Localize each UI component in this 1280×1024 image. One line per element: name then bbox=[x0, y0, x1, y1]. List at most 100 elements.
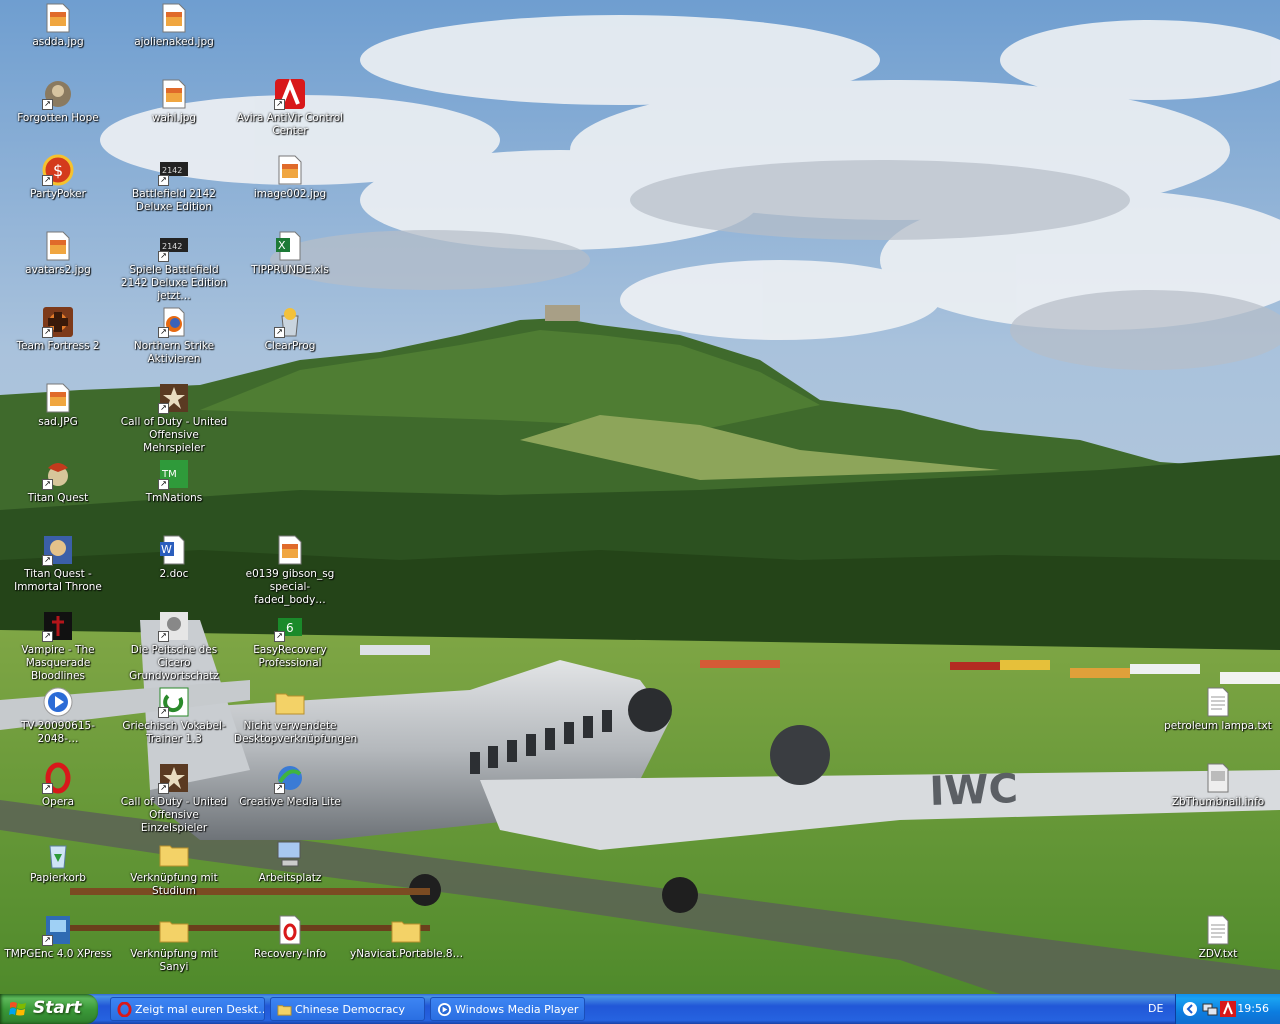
desktop-icon-label: ClearProg bbox=[264, 340, 316, 352]
desktop-icon-ajolienaked-jpg[interactable]: ajolienaked.jpg bbox=[116, 2, 232, 49]
desktop-icon-2-doc[interactable]: W 2.doc bbox=[116, 534, 232, 581]
desktop-icon-sad-jpg[interactable]: sad.JPG bbox=[0, 382, 116, 429]
call-of-duty-icon: ↗ bbox=[158, 382, 190, 414]
titan-quest-immortal-icon: ↗ bbox=[42, 534, 74, 566]
desktop-icon-tmpgenc-4-0-xpress[interactable]: ↗ TMPGEnc 4.0 XPress bbox=[0, 914, 116, 961]
desktop-icon-verkn-pfung-mit-sanyi[interactable]: Verknüpfung mit Sanyi bbox=[116, 914, 232, 974]
desktop-icon-northern-strike-aktivieren[interactable]: ↗ Northern Strike Aktivieren bbox=[116, 306, 232, 366]
desktop-icon-easyrecovery-professional[interactable]: 6 ↗ EasyRecovery Professional bbox=[232, 610, 348, 670]
desktop-icon-vampire-the-masquerade-bloodlines[interactable]: ↗ Vampire - The Masquerade Bloodlines bbox=[0, 610, 116, 683]
shortcut-arrow-icon: ↗ bbox=[42, 555, 53, 566]
desktop-icon-label: Die Peitsche des Cicero Grundwortschatz bbox=[129, 644, 219, 682]
desktop-icon-avira-antivir-control-center[interactable]: ↗ Avira AntiVir Control Center bbox=[232, 78, 348, 138]
desktop-icon-clearprog[interactable]: ↗ ClearProg bbox=[232, 306, 348, 353]
desktop-icon-creative-media-lite[interactable]: ↗ Creative Media Lite bbox=[232, 762, 348, 809]
network-icon[interactable] bbox=[1202, 1001, 1218, 1017]
desktop-icon-label: Opera bbox=[41, 796, 75, 808]
desktop-icon-papierkorb[interactable]: Papierkorb bbox=[0, 838, 116, 885]
tmpgenc-icon: ↗ bbox=[42, 914, 74, 946]
task-label: Chinese Democracy bbox=[295, 1003, 405, 1016]
easyrecovery-icon: 6 ↗ bbox=[274, 610, 306, 642]
desktop-icon-call-of-duty-united-offensive-mehrspieler[interactable]: ↗ Call of Duty - United Offensive Mehrspi… bbox=[116, 382, 232, 455]
desktop-icon-label: Verknüpfung mit Studium bbox=[130, 872, 218, 897]
desktop-icon-label: TIPPRUNDE.xls bbox=[251, 264, 329, 276]
recovery-info-icon bbox=[274, 914, 306, 946]
desktop-icon-label: Nicht verwendete Desktopverknüpfungen bbox=[234, 720, 358, 745]
desktop-icon-label: Call of Duty - United Offensive Mehrspie… bbox=[120, 416, 228, 454]
svg-text:W: W bbox=[161, 543, 172, 556]
desktop-icon-titan-quest[interactable]: ↗ Titan Quest bbox=[0, 458, 116, 505]
desktop-icon-e0139-gibson-sg-special-faded-body[interactable]: e0139 gibson_sg special-faded_body… bbox=[232, 534, 348, 607]
desktop-icon-tmnations[interactable]: TM ↗ TmNations bbox=[116, 458, 232, 505]
svg-text:X: X bbox=[278, 239, 286, 252]
desktop-icon-label: Call of Duty - United Offensive Einzelsp… bbox=[120, 796, 228, 834]
folder-icon bbox=[158, 914, 190, 946]
folder-icon bbox=[158, 838, 190, 870]
desktop-icon-forgotten-hope[interactable]: ↗ Forgotten Hope bbox=[0, 78, 116, 125]
language-indicator[interactable]: DE bbox=[1148, 994, 1163, 1024]
desktop-icon-battlefield-2142-deluxe-edition[interactable]: 2142 ↗ Battlefield 2142 Deluxe Edition bbox=[116, 154, 232, 214]
desktop-icon-zdv-txt[interactable]: ZDV.txt bbox=[1160, 914, 1276, 961]
shortcut-arrow-icon: ↗ bbox=[42, 479, 53, 490]
desktop-icon-label: Arbeitsplatz bbox=[258, 872, 322, 884]
desktop-icon-griechisch-vokabel-trainer-1-3[interactable]: ↗ Griechisch Vokabel-Trainer 1.3 bbox=[116, 686, 232, 746]
desktop-icon-spiele-battlefield-2142-deluxe-edition-jetzt[interactable]: 2142 ↗ Spiele Battlefield 2142 Deluxe Edit… bbox=[116, 230, 232, 303]
excel-file-icon: X bbox=[274, 230, 306, 262]
windows-logo-icon bbox=[9, 1002, 26, 1016]
desktop-icon-recovery-info[interactable]: Recovery-Info bbox=[232, 914, 348, 961]
desktop-icon-label: Northern Strike Aktivieren bbox=[133, 340, 215, 365]
desktop-icon-tipprunde-xls[interactable]: X TIPPRUNDE.xls bbox=[232, 230, 348, 277]
desktop-icon-label: Battlefield 2142 Deluxe Edition bbox=[132, 188, 216, 213]
shortcut-arrow-icon: ↗ bbox=[158, 251, 169, 262]
battlefield-icon: 2142 ↗ bbox=[158, 230, 190, 262]
desktop-icon-ynavicat-portable-8[interactable]: yNavicat.Portable.8… bbox=[348, 914, 464, 961]
desktop-icon-asdda-jpg[interactable]: asdda.jpg bbox=[0, 2, 116, 49]
shortcut-arrow-icon: ↗ bbox=[158, 707, 169, 718]
desktop-icon-label: Avira AntiVir Control Center bbox=[236, 112, 344, 137]
desktop-icon-titan-quest-immortal-throne[interactable]: ↗ Titan Quest - Immortal Throne bbox=[0, 534, 116, 594]
avira-tray-icon[interactable] bbox=[1220, 1001, 1236, 1017]
creative-media-icon: ↗ bbox=[274, 762, 306, 794]
desktop-icon-label: e0139 gibson_sg special-faded_body… bbox=[245, 568, 335, 606]
desktop-icon-label: Recovery-Info bbox=[253, 948, 327, 960]
clock[interactable]: 19:56 bbox=[1237, 994, 1269, 1024]
taskbar-button-opera[interactable]: Zeigt mal euren Deskt… bbox=[110, 997, 265, 1021]
task-label: Windows Media Player bbox=[455, 1003, 579, 1016]
desktop-icon-wahl-jpg[interactable]: wahl.jpg bbox=[116, 78, 232, 125]
shortcut-arrow-icon: ↗ bbox=[274, 99, 285, 110]
desktop-icon-label: Team Fortress 2 bbox=[16, 340, 100, 352]
desktop-icon-die-peitsche-des-cicero-grundwortschatz[interactable]: ↗ Die Peitsche des Cicero Grundwortschatz bbox=[116, 610, 232, 683]
desktop-icon-petroleum-lampa-txt[interactable]: petroleum lampa.txt bbox=[1160, 686, 1276, 733]
desktop-icon-partypoker[interactable]: $ ↗ PartyPoker bbox=[0, 154, 116, 201]
desktop-icon-call-of-duty-united-offensive-einzelspieler[interactable]: ↗ Call of Duty - United Offensive Einzels… bbox=[116, 762, 232, 835]
desktop-icon-label: 2.doc bbox=[159, 568, 189, 580]
desktop-icon-tv-20090615-2048[interactable]: TV-20090615-2048-… bbox=[0, 686, 116, 746]
svg-text:2142: 2142 bbox=[162, 166, 182, 175]
desktop-icon-verkn-pfung-mit-studium[interactable]: Verknüpfung mit Studium bbox=[116, 838, 232, 898]
opera-icon: ↗ bbox=[42, 762, 74, 794]
desktop-icon-zbthumbnail-info[interactable]: ZbThumbnail.info bbox=[1160, 762, 1276, 809]
desktop-icon-label: Griechisch Vokabel-Trainer 1.3 bbox=[122, 720, 226, 745]
task-label: Zeigt mal euren Deskt… bbox=[135, 1003, 265, 1016]
taskbar-button-chinese-democracy[interactable]: Chinese Democracy bbox=[270, 997, 425, 1021]
desktop-icon-image002-jpg[interactable]: image002.jpg bbox=[232, 154, 348, 201]
system-tray: 19:56 bbox=[1175, 994, 1280, 1024]
desktop-icon-nicht-verwendete-desktopverkn-pfungen[interactable]: Nicht verwendete Desktopverknüpfungen bbox=[232, 686, 358, 746]
desktop-icon-team-fortress-2[interactable]: ↗ Team Fortress 2 bbox=[0, 306, 116, 353]
desktop-icon-label: Papierkorb bbox=[30, 872, 86, 884]
forgotten-hope-icon: ↗ bbox=[42, 78, 74, 110]
desktop-icon-opera[interactable]: ↗ Opera bbox=[0, 762, 116, 809]
show-hidden-icons-icon[interactable] bbox=[1182, 1001, 1198, 1017]
folder-icon bbox=[277, 1005, 292, 1016]
recycle-bin-icon bbox=[42, 838, 74, 870]
desktop-icon-arbeitsplatz[interactable]: Arbeitsplatz bbox=[232, 838, 348, 885]
desktop-icon-label: TMPGEnc 4.0 XPress bbox=[4, 948, 112, 960]
start-button[interactable]: Start bbox=[0, 994, 98, 1024]
desktop-icon-label: Titan Quest - Immortal Throne bbox=[14, 568, 102, 593]
firefox-icon: ↗ bbox=[158, 306, 190, 338]
shortcut-arrow-icon: ↗ bbox=[158, 403, 169, 414]
desktop-icon-avatars2-jpg[interactable]: avatars2.jpg bbox=[0, 230, 116, 277]
vampire-icon: ↗ bbox=[42, 610, 74, 642]
svg-text:$: $ bbox=[53, 161, 63, 180]
taskbar-button-media-player[interactable]: Windows Media Player bbox=[430, 997, 585, 1021]
